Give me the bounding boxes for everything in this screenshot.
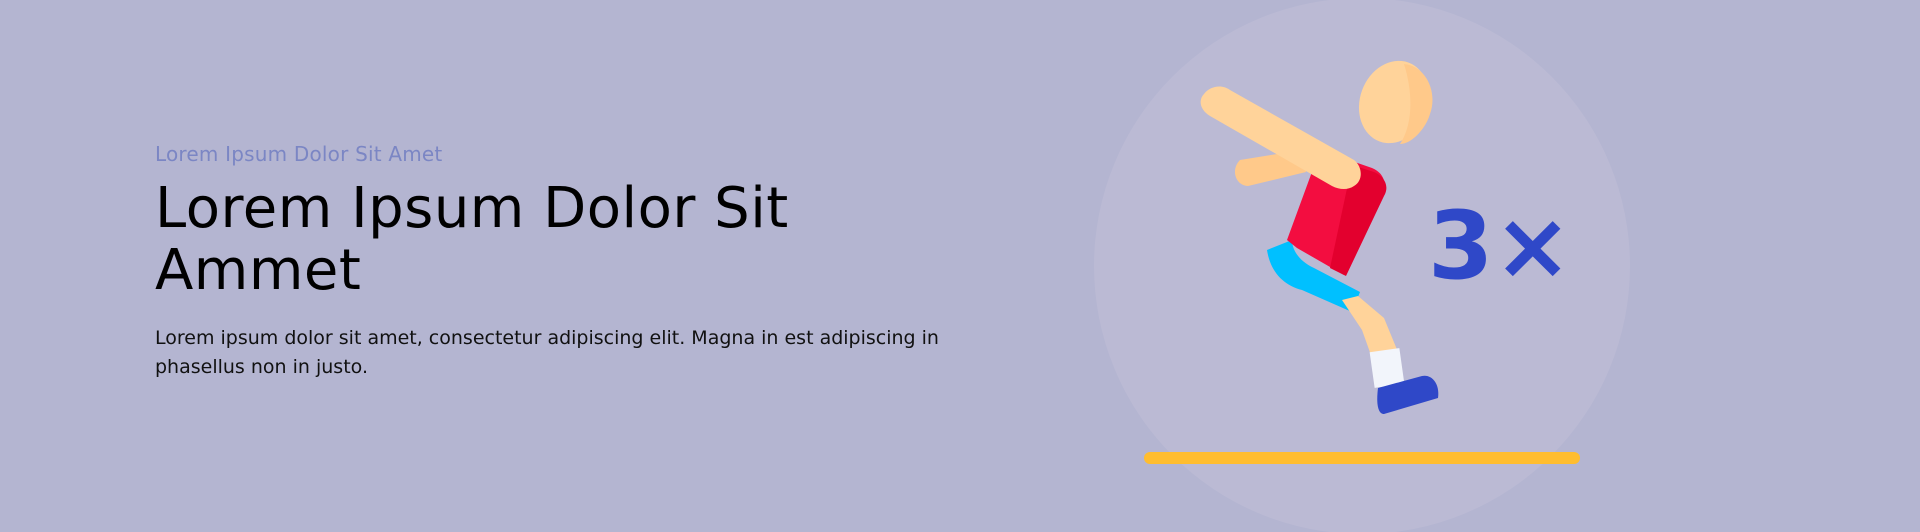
- hero-title: Lorem Ipsum Dolor Sit Ammet: [155, 176, 789, 303]
- multiplier-label: 3×: [1428, 192, 1572, 301]
- jumping-athlete-icon: 3×: [1094, 0, 1630, 532]
- hero-description: Lorem ipsum dolor sit amet, consectetur …: [155, 327, 939, 378]
- hero-eyebrow: Lorem Ipsum Dolor Sit Amet: [155, 142, 443, 166]
- athlete-sock: [1369, 348, 1405, 388]
- hero-illustration: 3×: [1092, 0, 1632, 532]
- hero-section: Lorem Ipsum Dolor Sit Amet Lorem Ipsum D…: [0, 0, 1920, 532]
- ground-line: [1144, 452, 1580, 464]
- hero-text-block: Lorem Ipsum Dolor Sit Amet Lorem Ipsum D…: [155, 142, 955, 382]
